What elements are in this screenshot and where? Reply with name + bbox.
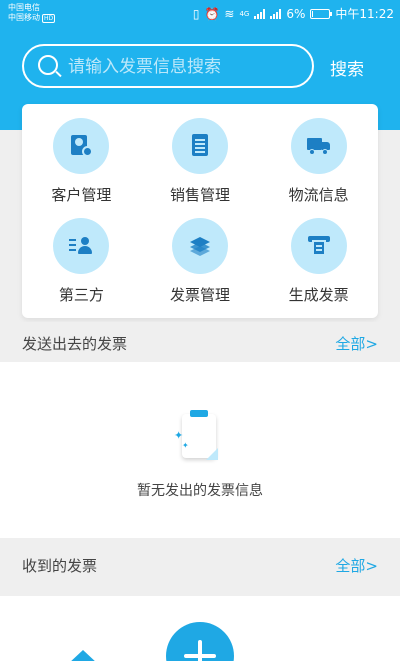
layers-icon — [188, 234, 212, 258]
menu-item-label: 第三方 — [58, 286, 104, 304]
menu-item-label: 发票管理 — [169, 286, 230, 304]
menu-item-customer[interactable]: 客户管理 — [22, 118, 141, 218]
sent-invoices-panel: ✦ ✦ 暂无发出的发票信息 — [0, 362, 400, 538]
signal-icon-secondary — [270, 8, 282, 19]
menu-item-label: 销售管理 — [169, 186, 230, 204]
carrier-secondary: 中国移动 HD — [8, 13, 56, 24]
menu-icon-circle — [290, 118, 347, 174]
wifi-icon: ≋ — [224, 6, 235, 21]
function-menu-grid: 客户管理 销售管理 物流信息 第三方 发票管理 生成发票 — [22, 104, 378, 318]
received-invoices-more-link[interactable]: 全部> — [335, 555, 378, 576]
received-invoices-header: 收到的发票 全部> — [0, 544, 400, 584]
menu-icon-circle — [171, 118, 228, 174]
search-input[interactable] — [68, 56, 298, 78]
menu-item-logistics[interactable]: 物流信息 — [259, 118, 378, 218]
menu-icon-circle — [290, 218, 347, 274]
menu-icon-circle — [53, 118, 110, 174]
search-button[interactable]: 搜索 — [330, 55, 364, 80]
search-icon — [38, 55, 58, 75]
menu-item-third-party[interactable]: 第三方 — [22, 218, 141, 318]
document-icon — [188, 134, 212, 158]
menu-item-label: 生成发票 — [288, 286, 349, 304]
hd-badge: HD — [42, 14, 56, 23]
truck-icon — [306, 134, 331, 158]
empty-state-text: 暂无发出的发票信息 — [137, 483, 263, 499]
carrier-secondary-label: 中国移动 — [8, 13, 40, 22]
network-type: 4G — [239, 9, 250, 18]
battery-icon — [310, 8, 333, 19]
clock: 中午11:22 — [335, 7, 394, 21]
received-invoices-title: 收到的发票 — [22, 557, 98, 575]
carrier-primary: 中国电信 — [8, 3, 40, 12]
alarm-icon: ⏰ — [204, 6, 220, 21]
sent-invoices-header: 发送出去的发票 全部> — [0, 322, 400, 362]
carrier-info: 中国电信 中国移动 HD — [8, 3, 56, 24]
menu-item-generate-invoice[interactable]: 生成发票 — [259, 218, 378, 318]
vibrate-icon: ▯ — [192, 6, 200, 21]
menu-icon-circle — [171, 218, 228, 274]
status-indicators: ▯ ⏰ ≋ 4G 6% 中午11:22 — [193, 5, 394, 22]
function-menu-card: 客户管理 销售管理 物流信息 第三方 发票管理 生成发票 — [22, 104, 378, 318]
menu-item-label: 客户管理 — [51, 186, 112, 204]
status-bar: 中国电信 中国移动 HD ▯ ⏰ ≋ 4G 6% 中午11:22 — [0, 0, 400, 28]
empty-clipboard-icon: ✦ ✦ — [174, 410, 220, 462]
sent-invoices-more-link[interactable]: 全部> — [335, 333, 378, 354]
printer-icon — [307, 234, 331, 258]
menu-icon-circle — [53, 218, 110, 274]
menu-item-sales[interactable]: 销售管理 — [141, 118, 260, 218]
signal-icon — [254, 8, 266, 19]
menu-item-invoice-manage[interactable]: 发票管理 — [141, 218, 260, 318]
contact-list-icon — [69, 234, 93, 258]
battery-fill — [312, 10, 314, 17]
menu-item-label: 物流信息 — [288, 186, 349, 204]
battery-percent: 6% — [286, 6, 306, 21]
sent-invoices-title: 发送出去的发票 — [22, 335, 128, 353]
customer-add-icon — [69, 134, 94, 158]
search-bar[interactable] — [22, 44, 314, 88]
